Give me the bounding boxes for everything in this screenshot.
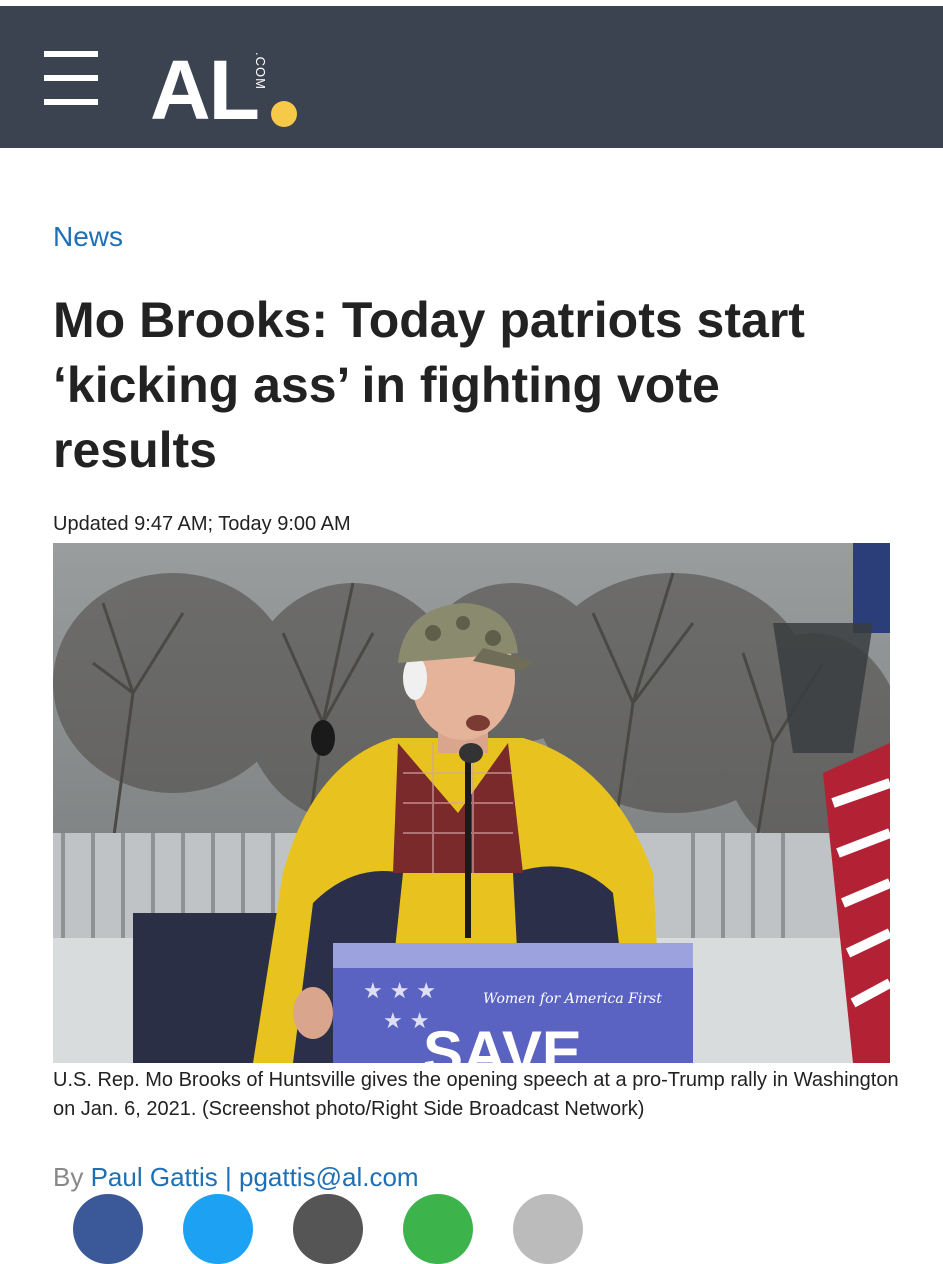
twitter-icon[interactable] — [183, 1194, 253, 1264]
article-headline: Mo Brooks: Today patriots start ‘kicking… — [53, 292, 805, 478]
share-buttons — [53, 1194, 613, 1264]
logo-text: AL — [150, 43, 260, 137]
link-icon[interactable] — [513, 1194, 583, 1264]
svg-text:★ ★ ★: ★ ★ ★ — [363, 979, 436, 1004]
sms-icon[interactable] — [403, 1194, 473, 1264]
facebook-icon[interactable] — [73, 1194, 143, 1264]
podium-logo-text: Women for America First — [483, 991, 662, 1007]
email-icon[interactable] — [293, 1194, 363, 1264]
byline-prefix: By — [53, 1162, 84, 1192]
byline: By Paul Gattis | pgattis@al.com — [53, 1162, 419, 1193]
menu-bar — [44, 99, 98, 105]
article-photo[interactable]: ★ ★ ★ ★ ★ Women for America First SAVE — [53, 543, 890, 1063]
logo-dot — [271, 101, 297, 127]
menu-bar — [44, 75, 98, 81]
photo-illustration: ★ ★ ★ ★ ★ Women for America First SAVE — [53, 543, 890, 1063]
podium-save-text: SAVE — [423, 1019, 582, 1063]
hamburger-menu-icon[interactable] — [44, 51, 98, 107]
logo-suffix: .COM — [253, 52, 268, 90]
site-header: AL .COM — [0, 6, 943, 148]
author-email-link[interactable]: pgattis@al.com — [239, 1162, 419, 1192]
photo-caption: U.S. Rep. Mo Brooks of Huntsville gives … — [53, 1069, 899, 1120]
author-link[interactable]: Paul Gattis — [91, 1162, 218, 1192]
menu-bar — [44, 51, 98, 57]
byline-separator: | — [224, 1162, 232, 1192]
article-timestamp: Updated 9:47 AM; Today 9:00 AM — [53, 513, 351, 535]
section-link-news[interactable]: News — [53, 221, 123, 253]
